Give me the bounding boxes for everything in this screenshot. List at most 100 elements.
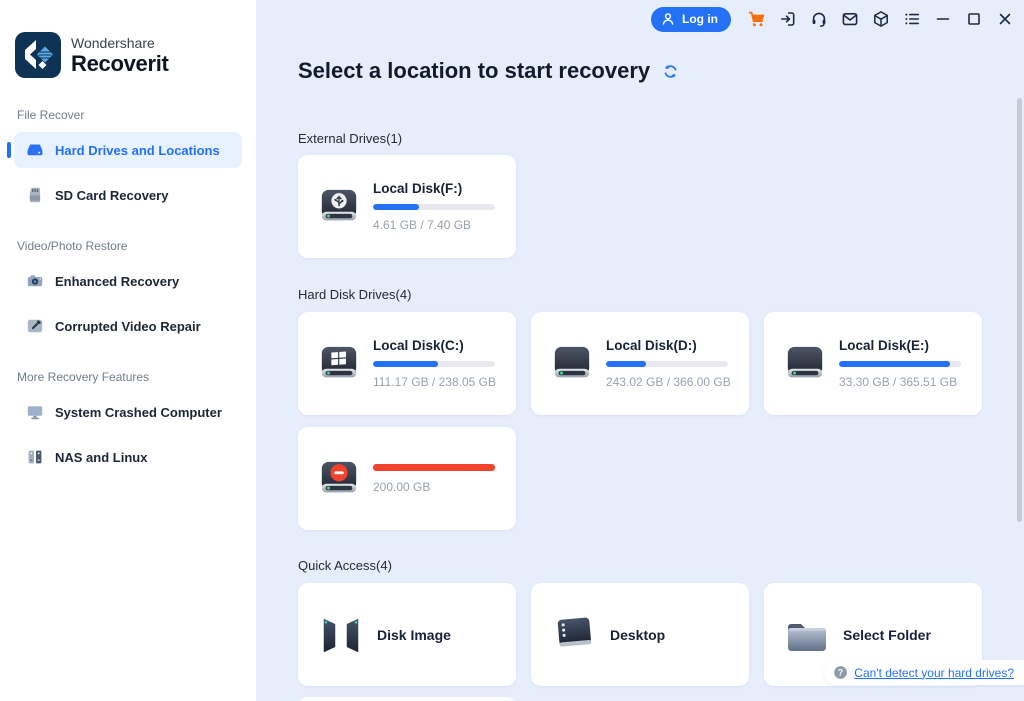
sidebar-item-label: NAS and Linux: [55, 449, 148, 465]
mail-icon[interactable]: [841, 10, 859, 28]
monitor-icon: [27, 406, 43, 420]
sidebar-item-sd-card-recovery[interactable]: SD Card Recovery: [14, 177, 242, 213]
brand-line1: Wondershare: [71, 35, 155, 51]
section-label-quick-access: Quick Access(4): [298, 558, 392, 573]
drive-card-local-disk-e[interactable]: Local Disk(E:) 33.30 GB / 365.51 GB: [764, 312, 982, 415]
list-icon[interactable]: [903, 10, 921, 28]
brand: Wondershare Recoverit: [0, 0, 256, 78]
page-title: Select a location to start recovery: [298, 58, 651, 83]
cart-icon[interactable]: [748, 10, 766, 28]
sidebar-item-label: System Crashed Computer: [55, 404, 222, 420]
drive-size: 33.30 GB / 365.51 GB: [839, 375, 958, 389]
sidebar-item-hard-drives-and-locations[interactable]: Hard Drives and Locations: [7, 132, 242, 168]
sidebar-item-label: Hard Drives and Locations: [55, 142, 220, 158]
sidebar-section-video-photo-restore: Video/Photo Restore: [17, 239, 128, 253]
sidebar-item-corrupted-video-repair[interactable]: Corrupted Video Repair: [14, 308, 242, 344]
system-drive-icon: [321, 346, 357, 377]
scrollbar-thumb[interactable]: [1017, 98, 1022, 522]
capacity-bar: [606, 361, 728, 367]
drive-info: Local Disk(D:) 243.02 GB / 366.00 GB: [606, 338, 731, 389]
drive-info: Local Disk(E:) 33.30 GB / 365.51 GB: [839, 338, 961, 389]
page-title-row: Select a location to start recovery: [298, 58, 679, 84]
capacity-bar: [839, 361, 961, 367]
video-repair-icon: [27, 319, 43, 333]
maximize-icon[interactable]: [965, 10, 983, 28]
drive-size: 4.61 GB / 7.40 GB: [373, 218, 472, 232]
help-icon: ?: [834, 666, 848, 679]
user-icon: [662, 13, 674, 25]
capacity-bar-fill: [373, 463, 495, 471]
camera-icon: [27, 275, 43, 287]
main-area: Log in Select a location to start recove…: [256, 0, 1024, 701]
help-link[interactable]: Can't detect your hard drives?: [854, 666, 1014, 680]
sidebar-item-system-crashed-computer[interactable]: System Crashed Computer: [14, 394, 242, 430]
external-drives-row: Local Disk(F:) 4.61 GB / 7.40 GB: [298, 155, 516, 258]
drive-card-local-disk-c[interactable]: Local Disk(C:) 111.17 GB / 238.05 GB: [298, 312, 516, 415]
sidebar-item-label: SD Card Recovery: [55, 187, 169, 203]
capacity-bar-fill: [606, 361, 647, 367]
drive-name: Local Disk(F:): [373, 181, 463, 196]
drive-info: Local Disk(F:) 4.61 GB / 7.40 GB: [373, 181, 495, 232]
hard-disk-icon: [554, 346, 590, 377]
drive-name: Local Disk(E:): [839, 338, 930, 353]
sidebar-section-file-recover: File Recover: [17, 108, 85, 122]
topbar: Log in: [651, 5, 1014, 33]
usb-drive-icon: [321, 189, 357, 220]
section-label-external-drives: External Drives(1): [298, 131, 403, 146]
sidebar: Wondershare Recoverit File Recover Hard …: [0, 0, 256, 701]
close-icon[interactable]: [996, 10, 1014, 28]
login-button[interactable]: Log in: [651, 6, 731, 32]
disk-image-icon: [323, 618, 359, 652]
sidebar-item-nas-and-linux[interactable]: NAS and Linux: [14, 439, 242, 475]
hard-drive-icon: [27, 144, 43, 156]
quick-access-label: Select Folder: [843, 626, 931, 643]
sidebar-item-label: Enhanced Recovery: [55, 273, 180, 289]
drive-info: Local Disk(C:) 111.17 GB / 238.05 GB: [373, 338, 496, 389]
import-icon[interactable]: [779, 10, 797, 28]
refresh-icon[interactable]: [662, 63, 679, 80]
brand-line2: Recoverit: [71, 51, 169, 76]
drive-size: 200.00 GB: [373, 479, 431, 494]
drive-size: 111.17 GB / 238.05 GB: [373, 375, 496, 389]
drive-card-unallocated[interactable]: 200.00 GB: [298, 427, 516, 530]
hard-disk-drives-row: Local Disk(C:) 111.17 GB / 238.05 GB Loc…: [298, 312, 982, 415]
folder-icon: [788, 623, 826, 651]
login-label: Log in: [682, 12, 718, 26]
capacity-bar: [373, 361, 495, 367]
recoverit-logo-icon: [15, 32, 61, 78]
capacity-bar-fill: [839, 361, 951, 367]
sidebar-item-enhanced-recovery[interactable]: Enhanced Recovery: [14, 263, 242, 299]
unallocated-drive-icon: [321, 461, 357, 492]
drive-card-local-disk-d[interactable]: Local Disk(D:) 243.02 GB / 366.00 GB: [531, 312, 749, 415]
sidebar-item-label: Corrupted Video Repair: [55, 318, 201, 334]
minimize-icon[interactable]: [934, 10, 952, 28]
quick-access-label: Disk Image: [377, 626, 451, 643]
section-label-hard-disk-drives: Hard Disk Drives(4): [298, 287, 412, 302]
desktop-icon: [557, 617, 592, 647]
svg-text:?: ?: [838, 667, 843, 677]
hard-disk-drives-row-2: 200.00 GB: [298, 427, 516, 530]
drive-name: Local Disk(C:): [373, 338, 464, 353]
quick-access-card-partial[interactable]: [298, 697, 516, 701]
brand-text: Wondershare Recoverit: [71, 35, 169, 75]
sd-card-icon: [29, 187, 41, 203]
active-indicator: [7, 142, 11, 158]
capacity-bar-fill: [373, 361, 438, 367]
capacity-bar-fill: [373, 204, 420, 210]
support-headset-icon[interactable]: [810, 10, 828, 28]
drive-info: 200.00 GB: [373, 463, 495, 494]
help-pill[interactable]: ? Can't detect your hard drives?: [824, 660, 1024, 685]
capacity-bar: [373, 463, 495, 471]
quick-access-card-disk-image[interactable]: Disk Image: [298, 583, 516, 686]
sidebar-section-more-recovery-features: More Recovery Features: [17, 370, 150, 384]
quick-access-label: Desktop: [610, 626, 666, 643]
hard-disk-icon: [787, 346, 823, 377]
drive-name: Local Disk(D:): [606, 338, 697, 353]
drive-size: 243.02 GB / 366.00 GB: [606, 375, 731, 389]
quick-access-card-desktop[interactable]: Desktop: [531, 583, 749, 686]
drive-card-local-disk-f[interactable]: Local Disk(F:) 4.61 GB / 7.40 GB: [298, 155, 516, 258]
package-icon[interactable]: [872, 10, 890, 28]
capacity-bar: [373, 204, 495, 210]
recoverit-window: Wondershare Recoverit File Recover Hard …: [0, 0, 1024, 701]
nas-server-icon: [28, 450, 42, 464]
